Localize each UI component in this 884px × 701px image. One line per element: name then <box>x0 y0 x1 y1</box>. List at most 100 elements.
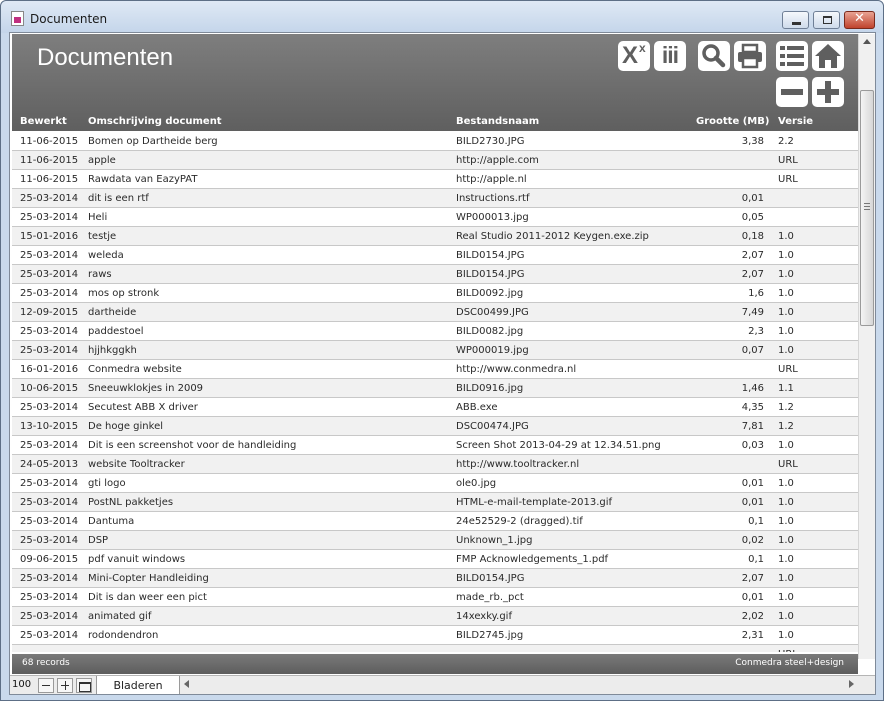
cell-desc: weleda <box>88 250 124 261</box>
horizontal-scrollbar[interactable] <box>182 678 858 693</box>
cell-file: BILD0092.jpg <box>456 288 524 299</box>
zoom-level[interactable]: 100 <box>12 679 31 690</box>
table-row[interactable]: 25-03-2014 mos op stronk BILD0092.jpg 1,6 1.… <box>12 284 858 303</box>
cell-date: 25-03-2014 <box>20 592 79 603</box>
cell-desc: Rawdata van EazyPAT <box>88 174 198 185</box>
column-header-filename[interactable]: Bestandsnaam <box>456 116 539 127</box>
cell-date: 25-03-2014 <box>20 535 79 546</box>
export-excel-button[interactable]: X x <box>618 41 650 71</box>
table-row[interactable]: 11-06-2015 Rawdata van EazyPAT http://appl… <box>12 170 858 189</box>
table-row[interactable]: 25-03-2014 hjjhkggkh WP000019.jpg 0,07 1.0 <box>12 341 858 360</box>
cell-desc: Dantuma <box>88 516 135 527</box>
cell-ver: 1.0 <box>778 345 794 356</box>
cell-date: 10-06-2015 <box>20 383 79 394</box>
cell-desc: Mini-Copter Handleiding <box>88 573 209 584</box>
cell-file: BILD0154.JPG <box>456 573 525 584</box>
table-row[interactable]: 25-03-2014 weleda BILD0154.JPG 2,07 1.0 <box>12 246 858 265</box>
table-row[interactable]: 25-03-2014 rodondendron BILD2745.jpg 2,31 1.… <box>12 626 858 645</box>
cell-size: 2,02 <box>741 611 764 622</box>
table-row[interactable]: 25-03-2014 Dit is dan weer een pict made_r… <box>12 588 858 607</box>
table-row[interactable]: 12-09-2015 dartheide DSC00499.JPG 7,49 1.0 <box>12 303 858 322</box>
column-header-description[interactable]: Omschrijving document <box>88 116 222 127</box>
layout-footer: 68 records Conmedra steel+design <box>12 654 858 674</box>
mode-tab-browse[interactable]: Bladeren <box>96 676 180 694</box>
table-row[interactable]: 11-06-2015 apple http://apple.com URL <box>12 151 858 170</box>
table-row[interactable]: 25-03-2014 gti logo ole0.jpg 0,01 1.0 <box>12 474 858 493</box>
cell-ver: URL <box>778 155 798 166</box>
minimize-button[interactable] <box>782 11 809 29</box>
table-row[interactable]: 25-03-2014 Mini-Copter Handleiding BILD015… <box>12 569 858 588</box>
table-row[interactable]: URL <box>12 645 858 652</box>
zoom-out-button[interactable] <box>38 678 54 693</box>
maximize-button[interactable] <box>813 11 840 29</box>
cell-file: ABB.exe <box>456 402 498 413</box>
export-excel-icon: X <box>622 42 639 69</box>
table-row[interactable]: 09-06-2015 pdf vanuit windows FMP Acknowle… <box>12 550 858 569</box>
column-header-date[interactable]: Bewerkt <box>20 116 67 127</box>
cell-file: DSC00499.JPG <box>456 307 529 318</box>
cell-date: 25-03-2014 <box>20 516 79 527</box>
footer-credit: Conmedra steel+design <box>735 658 844 668</box>
zoom-in-button[interactable] <box>57 678 73 693</box>
cell-ver: 1.0 <box>778 573 794 584</box>
cell-date: 13-10-2015 <box>20 421 79 432</box>
scroll-left-arrow-icon[interactable] <box>184 680 189 688</box>
cell-ver: 1.0 <box>778 554 794 565</box>
cell-size: 0,02 <box>741 535 764 546</box>
list-icon <box>780 46 804 66</box>
cell-file: FMP Acknowledgements_1.pdf <box>456 554 609 565</box>
delete-record-button[interactable] <box>776 77 808 107</box>
cell-file: DSC00474.JPG <box>456 421 529 432</box>
cell-file: WP000013.jpg <box>456 212 529 223</box>
cell-size: 2,07 <box>741 573 764 584</box>
title-bar[interactable]: Documenten ✕ <box>1 1 883 33</box>
table-row[interactable]: 25-03-2014 Dit is een screenshot voor de … <box>12 436 858 455</box>
cell-file: http://apple.nl <box>456 174 527 185</box>
cell-date: 11-06-2015 <box>20 136 79 147</box>
cell-date: 12-09-2015 <box>20 307 79 318</box>
cell-date: 16-01-2016 <box>20 364 79 375</box>
table-row[interactable]: 25-03-2014 animated gif 14xexky.gif 2,02 1.0 <box>12 607 858 626</box>
cell-file: Screen Shot 2013-04-29 at 12.34.51.png <box>456 440 661 451</box>
table-row[interactable]: 11-06-2015 Bomen op Dartheide berg BILD273… <box>12 132 858 151</box>
search-button[interactable] <box>698 41 730 71</box>
cell-desc: pdf vanuit windows <box>88 554 186 565</box>
cell-date: 25-03-2014 <box>20 288 79 299</box>
scroll-right-arrow-icon[interactable] <box>849 680 854 688</box>
print-button[interactable] <box>734 41 766 71</box>
table-row[interactable]: 10-06-2015 Sneeuwklokjes in 2009 BILD0916.… <box>12 379 858 398</box>
table-row[interactable]: 25-03-2014 Secutest ABB X driver ABB.exe 4,… <box>12 398 858 417</box>
column-header-size[interactable]: Grootte (MB) <box>696 116 769 127</box>
table-row[interactable]: 25-03-2014 Dantuma 24e52529-2 (dragged).ti… <box>12 512 858 531</box>
list-view-button[interactable] <box>776 41 808 71</box>
cell-size: 1,46 <box>741 383 764 394</box>
cell-file: BILD0916.jpg <box>456 383 524 394</box>
cell-desc: raws <box>88 269 112 280</box>
table-row[interactable]: 24-05-2013 website Tooltracker http://www.… <box>12 455 858 474</box>
vertical-scrollbar[interactable] <box>858 34 875 659</box>
column-header-version[interactable]: Versie <box>778 116 813 127</box>
cell-size: 0,03 <box>741 440 764 451</box>
cell-size: 0,18 <box>741 231 764 242</box>
scroll-up-arrow-icon[interactable] <box>859 34 875 50</box>
new-record-button[interactable] <box>812 77 844 107</box>
cell-desc: rodondendron <box>88 630 159 641</box>
close-button[interactable]: ✕ <box>844 11 875 29</box>
cell-file: Unknown_1.jpg <box>456 535 533 546</box>
table-row[interactable]: 25-03-2014 raws BILD0154.JPG 2,07 1.0 <box>12 265 858 284</box>
scrollbar-thumb[interactable] <box>860 90 874 326</box>
toggle-toolbar-button[interactable] <box>76 678 92 693</box>
columns-button[interactable]: iii <box>654 41 686 71</box>
home-button[interactable] <box>812 41 844 71</box>
table-row[interactable]: 25-03-2014 DSP Unknown_1.jpg 0,02 1.0 <box>12 531 858 550</box>
cell-date: 25-03-2014 <box>20 478 79 489</box>
table-row[interactable]: 25-03-2014 Heli WP000013.jpg 0,05 <box>12 208 858 227</box>
table-row[interactable]: 25-03-2014 dit is een rtf Instructions.rtf… <box>12 189 858 208</box>
cell-file: BILD2745.jpg <box>456 630 524 641</box>
cell-ver: 1.0 <box>778 478 794 489</box>
table-row[interactable]: 25-03-2014 PostNL pakketjes HTML-e-mail-te… <box>12 493 858 512</box>
table-row[interactable]: 16-01-2016 Conmedra website http://www.con… <box>12 360 858 379</box>
table-row[interactable]: 25-03-2014 paddestoel BILD0082.jpg 2,3 1.0 <box>12 322 858 341</box>
table-row[interactable]: 15-01-2016 testje Real Studio 2011-2012 Ke… <box>12 227 858 246</box>
table-row[interactable]: 13-10-2015 De hoge ginkel DSC00474.JPG 7,81… <box>12 417 858 436</box>
